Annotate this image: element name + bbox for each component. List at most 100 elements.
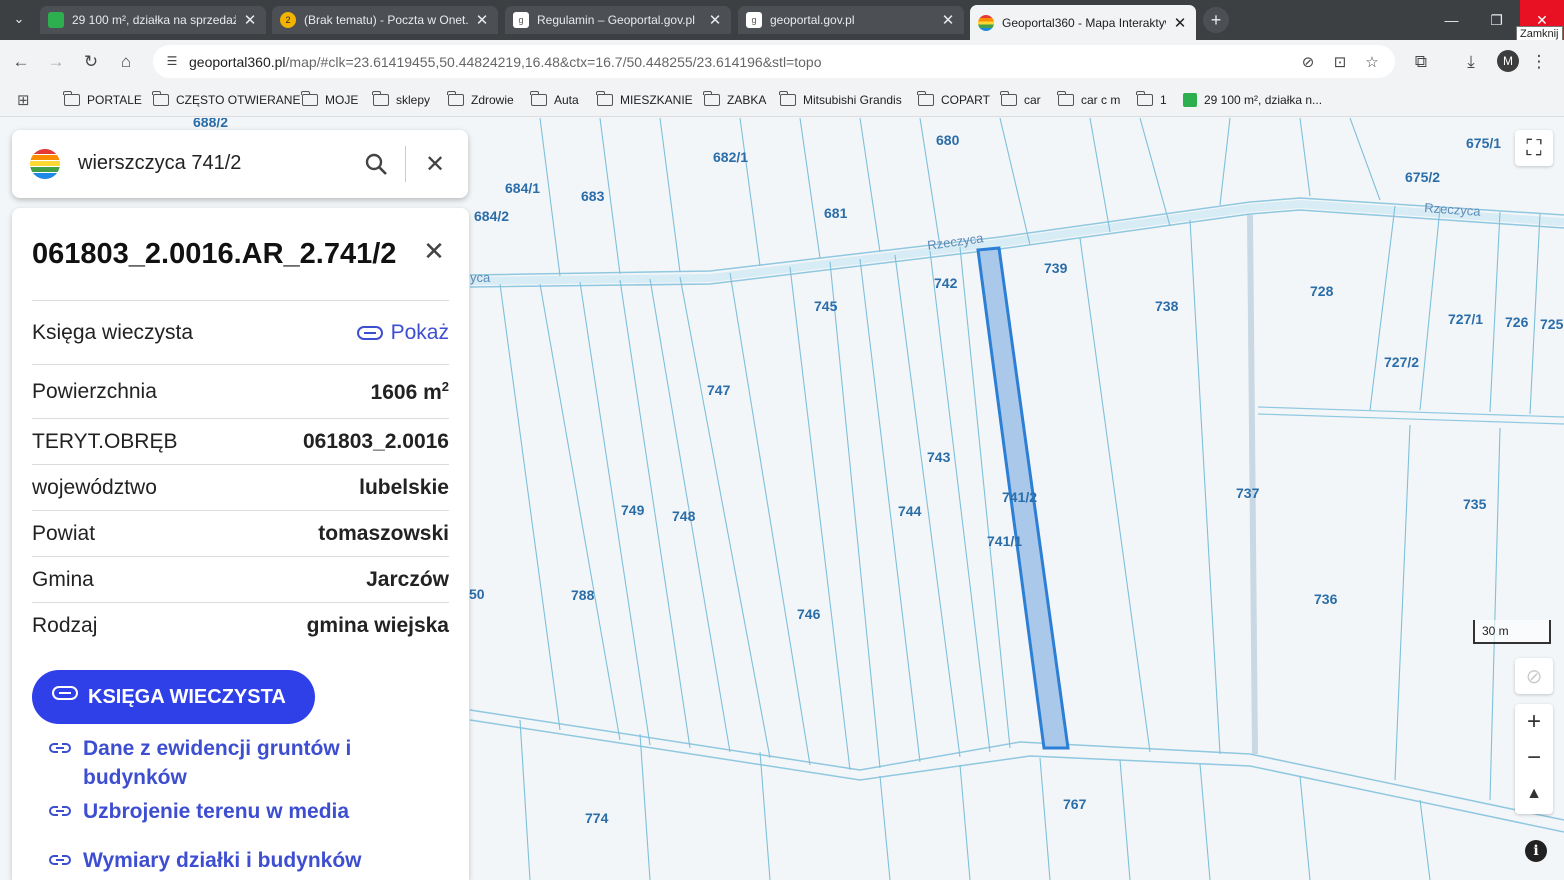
bookmark-folder[interactable]: CZĘSTO OTWIERANE <box>152 90 301 110</box>
link-label: Uzbrojenie terenu w media <box>83 800 350 823</box>
profile-avatar[interactable]: M <box>1497 50 1519 72</box>
parcel-info-panel: 061803_2.0016.AR_2.741/2 ✕ Księga wieczy… <box>12 208 469 880</box>
geoportal-icon: g <box>513 12 529 28</box>
back-button[interactable]: ← <box>7 48 35 76</box>
geoportal-icon: g <box>746 12 762 28</box>
row-rodzaj: Rodzaj gmina wiejska <box>32 602 449 648</box>
river-body <box>469 199 1564 285</box>
geoportal360-icon <box>978 14 994 31</box>
compass-reset-button[interactable]: ▲ <box>1515 776 1553 812</box>
link-icon <box>49 806 71 816</box>
info-icon[interactable]: i <box>1525 840 1547 862</box>
bookmark-label: COPART <box>941 93 990 107</box>
parcel-label: 788 <box>571 587 595 603</box>
folder-icon <box>703 91 720 106</box>
bookmark-folder[interactable]: car c m <box>1057 90 1120 110</box>
mail-count-badge: 2 <box>285 15 291 25</box>
folder-icon <box>152 91 169 106</box>
parcel-label: 745 <box>814 298 838 314</box>
restore-button[interactable]: ❐ <box>1474 0 1519 40</box>
location-off-button[interactable]: ⊘ <box>1515 658 1553 694</box>
folder-icon <box>447 91 464 106</box>
bookmark-folder[interactable]: sklepy <box>372 90 431 110</box>
row-value: 061803_2.0016 <box>303 429 449 453</box>
bookmark-folder[interactable]: 1 <box>1136 90 1167 110</box>
zoom-out-button[interactable]: − <box>1515 740 1553 776</box>
bookmark-star-icon[interactable]: ☆ <box>1363 53 1381 71</box>
ksiega-wieczysta-button[interactable]: KSIĘGA WIECZYSTA <box>32 670 315 724</box>
link-ewidencja[interactable]: Dane z ewidencji gruntów i budynków <box>48 734 368 792</box>
tab-close-icon[interactable]: ✕ <box>474 12 490 29</box>
bookmark-folder[interactable]: Mitsubishi Grandis <box>779 90 902 110</box>
address-bar[interactable]: ☰ geoportal360.pl/map/#clk=23.61419455,5… <box>153 45 1395 78</box>
row-label: Rodzaj <box>32 613 98 637</box>
tab-geoportal-gov[interactable]: g geoportal.gov.pl ✕ <box>738 6 964 34</box>
browser-menu-icon[interactable]: ⋮ <box>1525 48 1553 76</box>
folder-icon <box>530 91 547 106</box>
minimize-button[interactable]: — <box>1429 0 1474 40</box>
install-app-icon[interactable]: ⊡ <box>1331 53 1349 71</box>
tab-title: 29 100 m², działka na sprzedaż <box>72 13 236 27</box>
site-info-icon[interactable]: ☰ <box>163 52 181 70</box>
tab-search-icon[interactable]: ⌄ <box>8 8 30 30</box>
tab-close-icon[interactable]: ✕ <box>1172 15 1188 32</box>
show-kw-link[interactable]: Pokaż <box>356 321 449 345</box>
tab-regulamin[interactable]: g Regulamin – Geoportal.gov.pl ✕ <box>505 6 731 34</box>
tab-title: geoportal.gov.pl <box>770 13 855 27</box>
tracking-off-icon[interactable]: ⊘ <box>1299 53 1317 71</box>
url-path: /map/#clk=23.61419455,50.44824219,16.48&… <box>285 53 822 70</box>
bookmark-folder[interactable]: MIESZKANIE <box>596 90 693 110</box>
search-separator <box>405 146 406 182</box>
bookmark-folder[interactable]: PORTALE <box>63 90 142 110</box>
close-panel-icon[interactable]: ✕ <box>417 234 451 268</box>
parcel-label: 50 <box>469 586 485 602</box>
river-label: yca <box>470 270 491 285</box>
bookmark-label: sklepy <box>396 93 431 107</box>
fullscreen-button[interactable]: ⛶ <box>1515 130 1553 166</box>
tab-dzialka[interactable]: 29 100 m², działka na sprzedaż ✕ <box>40 6 266 34</box>
downloads-icon[interactable]: ⤓ <box>1457 48 1485 76</box>
bookmark-label: Zdrowie <box>471 93 514 107</box>
browser-toolbar: ← → ↻ ⌂ ☰ geoportal360.pl/map/#clk=23.61… <box>0 40 1564 84</box>
folder-icon <box>779 91 796 106</box>
link-uzbrojenie[interactable]: Uzbrojenie terenu w media <box>48 797 349 826</box>
bookmark-page[interactable]: 29 100 m², działka n... <box>1183 90 1322 110</box>
clear-search-icon[interactable]: ✕ <box>418 147 452 181</box>
bookmark-folder[interactable]: car <box>1000 90 1041 110</box>
apps-grid-icon[interactable]: ⊞ <box>17 90 30 110</box>
bookmark-folder[interactable]: MOJE <box>301 90 358 110</box>
bookmark-label: 1 <box>1160 93 1167 107</box>
row-label: Powierzchnia <box>32 379 157 403</box>
tab-close-icon[interactable]: ✕ <box>242 12 258 29</box>
tab-geoportal360[interactable]: Geoportal360 - Mapa Interaktywna ✕ <box>970 5 1196 40</box>
tab-close-icon[interactable]: ✕ <box>707 12 723 29</box>
extensions-icon[interactable]: ⧉ <box>1407 48 1435 76</box>
parcel-label: 681 <box>824 205 848 221</box>
folder-icon <box>63 91 80 106</box>
bookmark-folder[interactable]: COPART <box>917 90 990 110</box>
parcel-label: 736 <box>1314 591 1338 607</box>
area-number: 1606 m <box>370 380 442 404</box>
bookmark-label: CZĘSTO OTWIERANE <box>176 93 301 107</box>
forward-button[interactable]: → <box>42 48 70 76</box>
parcel-label: 747 <box>707 382 731 398</box>
zoom-in-button[interactable]: + <box>1515 704 1553 740</box>
tab-title: Regulamin – Geoportal.gov.pl <box>537 13 695 27</box>
scale-bar: 30 m <box>1473 620 1551 644</box>
folder-icon <box>1136 91 1153 106</box>
link-icon <box>49 743 71 753</box>
reload-button[interactable]: ↻ <box>77 48 105 76</box>
search-input[interactable]: wierszczyca 741/2 <box>78 152 241 175</box>
tab-onet-mail[interactable]: 2 (Brak tematu) - Poczta w Onet.pl ✕ <box>272 6 498 34</box>
search-icon[interactable] <box>360 148 392 180</box>
folder-icon <box>1000 91 1017 106</box>
home-button[interactable]: ⌂ <box>112 48 140 76</box>
bookmark-folder[interactable]: Zdrowie <box>447 90 514 110</box>
link-wymiary[interactable]: Wymiary działki i budynków <box>48 846 362 875</box>
bookmark-folder[interactable]: Auta <box>530 90 579 110</box>
row-teryt: TERYT.OBRĘB 061803_2.0016 <box>32 418 449 464</box>
new-tab-button[interactable]: + <box>1203 7 1229 33</box>
tab-close-icon[interactable]: ✕ <box>940 12 956 29</box>
bookmark-folder[interactable]: ZABKA <box>703 90 766 110</box>
parcel-label: 727/2 <box>1384 354 1419 370</box>
